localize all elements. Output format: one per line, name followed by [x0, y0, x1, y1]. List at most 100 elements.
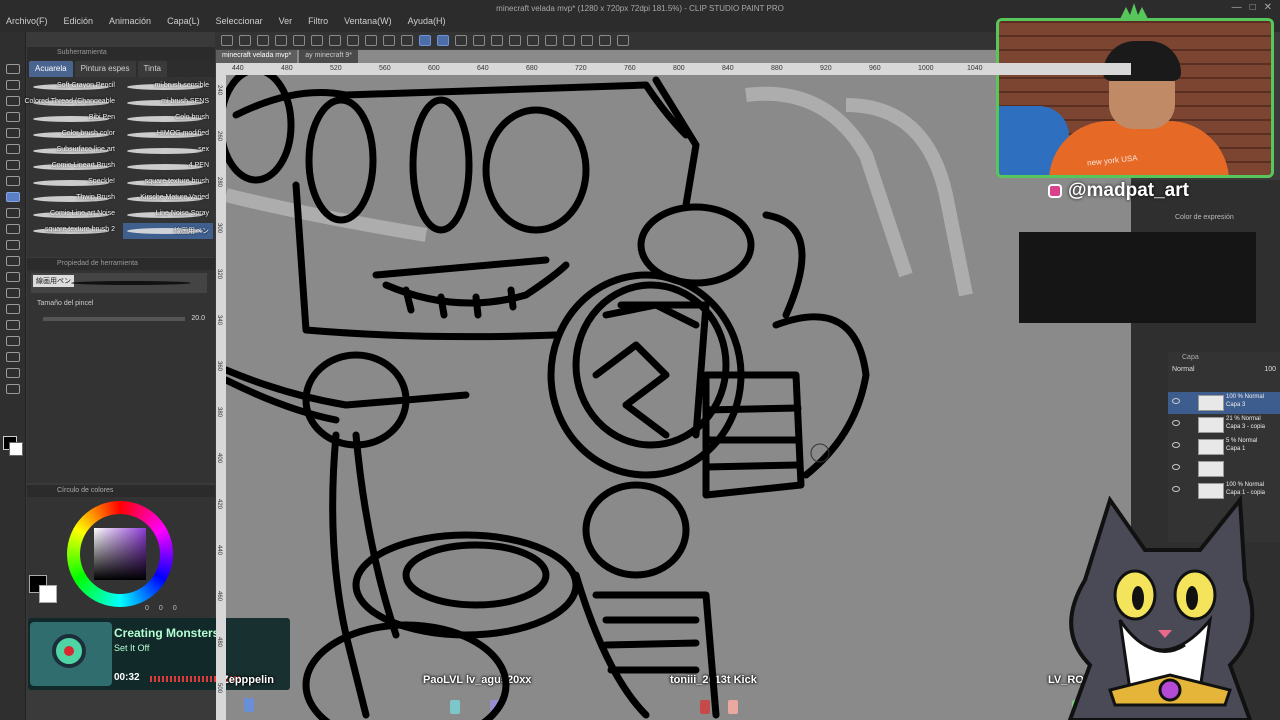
maximize-button[interactable]: □: [1250, 2, 1256, 13]
brush-size-value[interactable]: 20.0: [191, 315, 205, 322]
gradient-tool-icon[interactable]: [6, 288, 20, 298]
brush-item[interactable]: Speckle!: [29, 175, 119, 191]
zoom-tool-icon[interactable]: [6, 64, 20, 74]
layer-row[interactable]: 21 % Normal Capa 3 - copia: [1168, 414, 1280, 436]
rotate-right-icon[interactable]: [563, 35, 575, 46]
brush-item[interactable]: square texture brush 2: [29, 223, 119, 239]
color-wheel[interactable]: [67, 501, 173, 607]
menu-file[interactable]: Archivo(F): [6, 16, 48, 26]
deselect-icon[interactable]: [383, 35, 395, 46]
fill-tool-icon[interactable]: [6, 272, 20, 282]
tab-pintura[interactable]: Pintura espes: [74, 61, 136, 77]
zoom-icon[interactable]: [527, 35, 539, 46]
lasso-tool-icon[interactable]: [6, 128, 20, 138]
menu-select[interactable]: Seleccionar: [216, 16, 263, 26]
figure-tool-icon[interactable]: [6, 304, 20, 314]
brush-item[interactable]: Colo brush: [123, 111, 213, 127]
layer-row[interactable]: [1168, 458, 1280, 480]
layer-controls: Normal 100: [1168, 364, 1280, 375]
rotate-icon[interactable]: [473, 35, 485, 46]
blend-tool-icon[interactable]: [6, 256, 20, 266]
tab-tinta[interactable]: Tinta: [137, 61, 167, 77]
eye-icon[interactable]: [1172, 398, 1180, 404]
brush-item[interactable]: 4 PEN: [123, 159, 213, 175]
menu-edit[interactable]: Edición: [64, 16, 94, 26]
blend-mode-select[interactable]: Normal: [1172, 366, 1195, 373]
menu-view[interactable]: Ver: [279, 16, 293, 26]
eyedropper-tool-icon[interactable]: [6, 144, 20, 154]
sub-color-swatch[interactable]: [9, 442, 23, 456]
correct-line-tool-icon[interactable]: [6, 384, 20, 394]
invert-selection-icon[interactable]: [401, 35, 413, 46]
brush-size-slider[interactable]: [43, 316, 186, 321]
brush-item[interactable]: Kirsche Mature Varied: [123, 191, 213, 207]
eye-icon[interactable]: [1172, 464, 1180, 470]
text-tool-icon[interactable]: [6, 352, 20, 362]
doc-tab-second[interactable]: ay minecraft 9*: [299, 50, 358, 63]
brush-item[interactable]: Comic Lineart Brush: [29, 159, 119, 175]
snap-special-ruler-icon[interactable]: [437, 35, 449, 46]
menu-animation[interactable]: Animación: [109, 16, 151, 26]
save-icon[interactable]: [257, 35, 269, 46]
layer-opacity[interactable]: 100: [1264, 366, 1276, 373]
loading-icon[interactable]: [329, 35, 341, 46]
eye-icon[interactable]: [1172, 420, 1180, 426]
menu-window[interactable]: Ventana(W): [344, 16, 392, 26]
brush-item[interactable]: Thwip Brush: [29, 191, 119, 207]
menu-layer[interactable]: Capa(L): [167, 16, 200, 26]
brush-item[interactable]: Subsurface line art: [29, 143, 119, 159]
brush-item[interactable]: Colored Thread (Changeable: [24, 95, 119, 111]
rotate-left-icon[interactable]: [545, 35, 557, 46]
brush-item[interactable]: mi brush sensible: [123, 79, 213, 95]
brush-item[interactable]: sex: [123, 143, 213, 159]
open-icon[interactable]: [239, 35, 251, 46]
layer-row[interactable]: 5 % Normal Capa 1: [1168, 436, 1280, 458]
vruler-tick: 340: [216, 315, 222, 326]
select-tool-icon[interactable]: [6, 112, 20, 122]
brush-item[interactable]: 線画用ペン: [123, 223, 213, 239]
balloon-tool-icon[interactable]: [6, 368, 20, 378]
brush-item[interactable]: Color brush color: [29, 127, 119, 143]
eraser-tool-icon[interactable]: [6, 240, 20, 250]
brush-item[interactable]: square texture brush: [123, 175, 213, 191]
grid-icon[interactable]: [599, 35, 611, 46]
flip-icon[interactable]: [509, 35, 521, 46]
brush-item[interactable]: mi brush SENS: [123, 95, 213, 111]
transform-icon[interactable]: [347, 35, 359, 46]
undo-icon[interactable]: [293, 35, 305, 46]
close-button[interactable]: ✕: [1264, 2, 1272, 13]
crop-icon[interactable]: [365, 35, 377, 46]
menu-filter[interactable]: Filtro: [308, 16, 328, 26]
brush-item[interactable]: HIMOG modified: [123, 127, 213, 143]
brush-item[interactable]: Bibi Pen: [29, 111, 119, 127]
airbrush-tool-icon[interactable]: [6, 208, 20, 218]
snap-grid-icon[interactable]: [455, 35, 467, 46]
tab-acuarela[interactable]: Acuarela: [29, 61, 73, 77]
doc-tab-active[interactable]: minecraft velada mvp*: [216, 50, 298, 63]
move-tool-icon[interactable]: [6, 96, 20, 106]
pen-tool-icon[interactable]: [6, 160, 20, 170]
hand-tool-icon[interactable]: [6, 80, 20, 90]
new-icon[interactable]: [221, 35, 233, 46]
saturation-square[interactable]: [94, 528, 146, 580]
decoration-tool-icon[interactable]: [6, 224, 20, 234]
fit-icon[interactable]: [491, 35, 503, 46]
redo-icon[interactable]: [311, 35, 323, 46]
panel-icon[interactable]: [617, 35, 629, 46]
brush-tool-icon[interactable]: [6, 192, 20, 202]
eye-icon[interactable]: [1172, 442, 1180, 448]
brush-item[interactable]: Line Noise Spray: [123, 207, 213, 223]
minimize-button[interactable]: —: [1232, 2, 1242, 13]
pencil-tool-icon[interactable]: [6, 176, 20, 186]
brush-item[interactable]: Soft Crayon Pencil: [29, 79, 119, 95]
layer-row[interactable]: 100 % Normal Capa 3: [1168, 392, 1280, 414]
frame-tool-icon[interactable]: [6, 320, 20, 330]
snap-ruler-icon[interactable]: [419, 35, 431, 46]
menu-help[interactable]: Ayuda(H): [408, 16, 446, 26]
brush-item[interactable]: Comic Line art Noise: [29, 207, 119, 223]
lock-icon[interactable]: [581, 35, 593, 46]
ruler-tool-icon[interactable]: [6, 336, 20, 346]
sub-color-big[interactable]: [39, 585, 57, 603]
sketch-drawing[interactable]: [226, 75, 996, 720]
export-icon[interactable]: [275, 35, 287, 46]
